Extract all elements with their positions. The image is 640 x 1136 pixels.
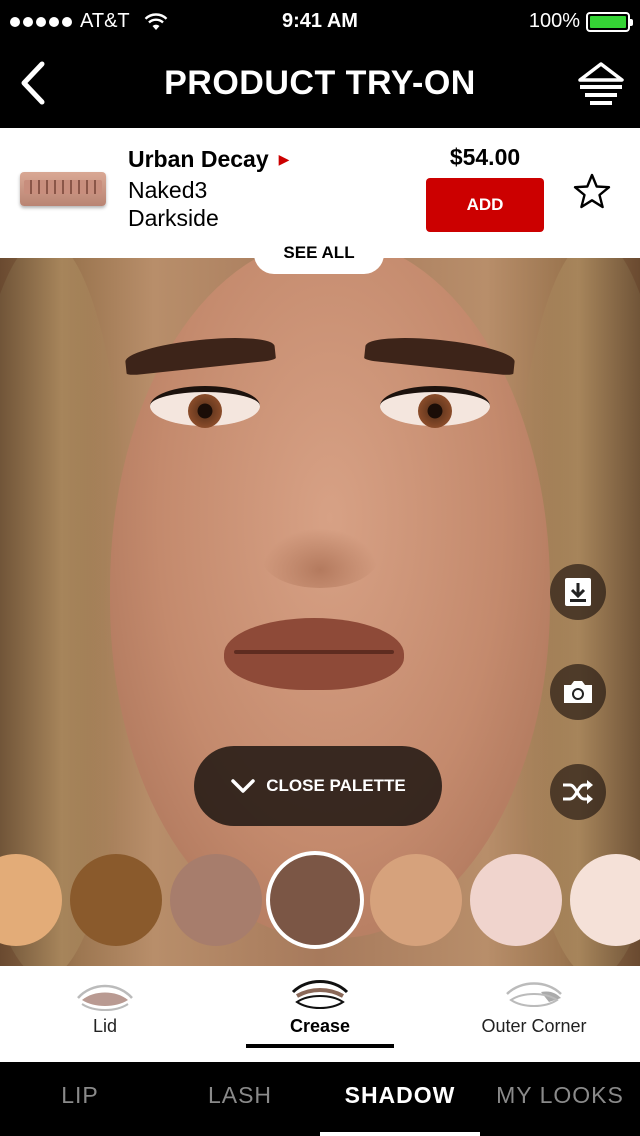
shade-swatch[interactable]	[370, 854, 462, 946]
shade-swatch-selected[interactable]	[266, 851, 364, 949]
eye-outer-corner-icon	[506, 982, 562, 1007]
header: PRODUCT TRY-ON	[0, 40, 640, 128]
shuffle-button[interactable]	[550, 764, 606, 820]
save-button[interactable]	[550, 564, 606, 620]
area-tab-lid[interactable]: Lid	[40, 966, 170, 1062]
product-price: $54.00	[449, 144, 521, 170]
battery-icon	[586, 11, 633, 32]
product-brand[interactable]: Urban Decay ▶	[128, 146, 289, 173]
category-tabs: LIP LASH SHADOW MY LOOKS	[0, 1062, 640, 1136]
battery-status: 100%	[528, 10, 633, 33]
camera-icon	[564, 681, 592, 703]
close-palette-button[interactable]: CLOSE PALETTE	[194, 746, 442, 826]
eye-crease-icon	[291, 980, 349, 1009]
battery-percent: 100%	[528, 10, 580, 32]
area-label-lid: Lid	[92, 1016, 118, 1036]
shade-swatch[interactable]	[0, 854, 62, 946]
shade-swatch[interactable]	[570, 854, 640, 946]
area-label-crease: Crease	[289, 1016, 351, 1036]
active-area-indicator	[246, 1044, 394, 1048]
shadow-area-tabs: Lid Crease Outer Corner	[0, 966, 640, 1062]
shade-swatch[interactable]	[470, 854, 562, 946]
filter-icon[interactable]	[576, 60, 626, 108]
close-palette-label: CLOSE PALETTE	[266, 776, 406, 795]
eye-left	[150, 386, 260, 428]
caret-right-icon: ▶	[278, 151, 290, 167]
camera-button[interactable]	[550, 664, 606, 720]
shade-swatch[interactable]	[70, 854, 162, 946]
tab-my-looks[interactable]: MY LOOKS	[480, 1062, 640, 1136]
area-tab-outer-corner[interactable]: Outer Corner	[464, 966, 604, 1062]
product-thumbnail[interactable]	[20, 172, 106, 206]
nose	[262, 528, 378, 588]
tab-lash[interactable]: LASH	[160, 1062, 320, 1136]
product-name-line2: Darkside	[128, 205, 219, 231]
product-name: Naked3 Darkside	[128, 176, 288, 232]
add-to-basket-button[interactable]: ADD	[426, 178, 544, 232]
area-label-outer-corner: Outer Corner	[481, 1016, 587, 1036]
page-title: PRODUCT TRY-ON	[164, 64, 476, 102]
star-icon[interactable]	[572, 172, 612, 212]
shuffle-icon	[563, 780, 593, 804]
save-icon	[565, 578, 591, 606]
eye-right	[380, 386, 490, 428]
lips	[224, 618, 404, 690]
product-name-line1: Naked3	[128, 177, 208, 203]
tab-shadow[interactable]: SHADOW	[320, 1062, 480, 1136]
shade-swatch-row	[0, 851, 640, 949]
tab-lip[interactable]: LIP	[0, 1062, 160, 1136]
status-bar: AT&T 9:41 AM 100%	[0, 0, 640, 40]
brand-label: Urban Decay	[128, 146, 269, 172]
see-all-button[interactable]: SEE ALL	[254, 232, 384, 274]
shade-swatch[interactable]	[170, 854, 262, 946]
eye-lid-icon	[77, 984, 133, 1011]
chevron-down-icon	[231, 779, 255, 793]
